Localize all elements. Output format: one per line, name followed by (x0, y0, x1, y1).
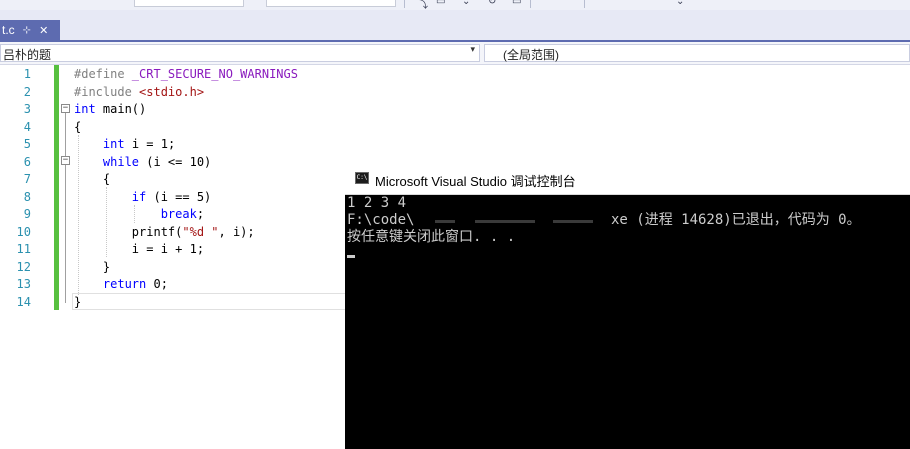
code-token: , i); (218, 224, 255, 239)
toolbar-combo-1[interactable] (134, 0, 244, 7)
code-token: { (74, 119, 82, 134)
tab-label: t.c (2, 23, 15, 37)
toolbar-dropdown-icon[interactable]: ⌄ (462, 0, 470, 7)
code-token: printf( (74, 224, 183, 239)
code-token: break (160, 207, 197, 221)
line-number: 3 (23, 102, 31, 116)
toolbar-separator (530, 0, 531, 8)
code-token: return (102, 277, 147, 291)
code-text: #define _CRT_SECURE_NO_WARNINGS (74, 66, 298, 83)
code-text: } (74, 294, 81, 311)
code-text: #include <stdio.h> (74, 84, 204, 101)
code-token: #define (74, 67, 132, 81)
console-app-icon: C:\ (355, 172, 369, 184)
code-text: { (74, 171, 110, 188)
toolbar-separator (404, 0, 405, 8)
line-number: 6 (23, 154, 31, 169)
redacted-path (429, 212, 605, 226)
code-text: if (i == 5) (74, 189, 211, 206)
debug-console-window[interactable]: C:\ Microsoft Visual Studio 调试控制台 1 2 3 … (345, 163, 910, 449)
console-line-prompt: 按任意键关闭此窗口. . . (347, 229, 516, 245)
code-token: (i <= 10) (139, 154, 212, 169)
line-number: 11 (16, 242, 31, 256)
line-number: 14 (16, 294, 31, 309)
code-token: } (74, 259, 111, 274)
tab-source-file[interactable]: t.c ⊹ ✕ (0, 20, 60, 40)
code-token: (i == 5) (146, 189, 212, 204)
code-token: _CRT_SECURE_NO_WARNINGS (131, 67, 298, 81)
code-text: return 0; (74, 276, 168, 293)
toolbar-restart-icon[interactable]: ↻ (488, 0, 496, 7)
code-text: printf("%d ", i); (74, 224, 255, 241)
line-number: 12 (16, 259, 31, 274)
toolbar-overflow-icon[interactable]: ⌄ (676, 0, 684, 7)
code-token: } (74, 294, 82, 309)
chevron-down-icon[interactable]: ▾ (470, 45, 475, 55)
code-token: if (131, 189, 147, 204)
toolbar: ⤵ ▭ ⌄ ↻ ▭ ⌄ (0, 0, 910, 10)
console-line-exit-suffix: xe (进程 14628)已退出，代码为 0。 (611, 212, 861, 228)
line-number: 7 (23, 172, 31, 186)
code-token: "%d " (182, 224, 219, 239)
code-text: } (74, 259, 110, 276)
code-text: int main() (74, 101, 146, 118)
line-number: 13 (16, 277, 31, 291)
line-number: 4 (23, 119, 31, 134)
code-token: int (74, 102, 96, 116)
code-token: i = i + 1; (74, 242, 205, 256)
code-token: while (102, 154, 140, 169)
code-text: int i = 1; (74, 136, 175, 153)
code-token: #include (74, 84, 140, 99)
close-icon[interactable]: ✕ (39, 24, 48, 37)
code-line[interactable]: 3 int main() (0, 101, 910, 119)
console-title: Microsoft Visual Studio 调试控制台 (375, 174, 576, 189)
console-output[interactable]: 1 2 3 4 F:\code\ xe (进程 14628)已退出，代码为 0。… (345, 195, 910, 449)
console-line-exit-prefix: F:\code\ (347, 212, 415, 228)
console-title-bar[interactable]: C:\ Microsoft Visual Studio 调试控制台 (345, 163, 910, 195)
document-tab-strip: t.c ⊹ ✕ (0, 10, 910, 40)
line-number: 8 (23, 189, 31, 204)
code-text: i = i + 1; (74, 241, 204, 258)
line-number: 1 (23, 67, 31, 81)
toolbar-pause-icon[interactable]: ▭ (512, 0, 521, 7)
pin-icon[interactable]: ⊹ (23, 25, 31, 36)
code-line[interactable]: 5 int i = 1; (0, 136, 910, 154)
project-scope-dropdown[interactable]: 吕朴的题 ▾ (0, 44, 480, 62)
code-text: while (i <= 10) (74, 154, 211, 171)
line-number: 9 (23, 207, 31, 221)
code-token: i = 1; (124, 137, 176, 151)
toolbar-combo-2[interactable] (266, 0, 396, 7)
code-line[interactable]: 1 #define _CRT_SECURE_NO_WARNINGS (0, 66, 910, 84)
code-text: { (74, 119, 81, 136)
project-scope-label: 吕朴的题 (3, 48, 52, 62)
line-number: 2 (23, 84, 31, 99)
code-line[interactable]: 2 #include <stdio.h> (0, 84, 910, 102)
console-line-output: 1 2 3 4 (347, 195, 407, 211)
code-line[interactable]: 4{ (0, 119, 910, 137)
code-token: 0; (146, 277, 168, 291)
member-scope-dropdown[interactable]: (全局范围) (484, 44, 910, 62)
console-cursor (347, 255, 355, 258)
code-token: main() (95, 102, 147, 116)
code-token: int (102, 137, 125, 151)
member-scope-label: (全局范围) (503, 48, 559, 62)
code-token: ; (196, 207, 205, 221)
toolbar-step-icon[interactable]: ⤵ (418, 0, 428, 10)
code-token: { (74, 172, 111, 186)
line-number: 5 (23, 137, 31, 151)
code-token: <stdio.h> (139, 84, 205, 99)
toolbar-stop-icon[interactable]: ▭ (436, 0, 445, 7)
navigation-bar: 吕朴的题 ▾ (全局范围) (0, 42, 910, 65)
line-number: 10 (16, 224, 31, 239)
toolbar-separator (584, 0, 585, 8)
code-text: break; (74, 206, 204, 223)
